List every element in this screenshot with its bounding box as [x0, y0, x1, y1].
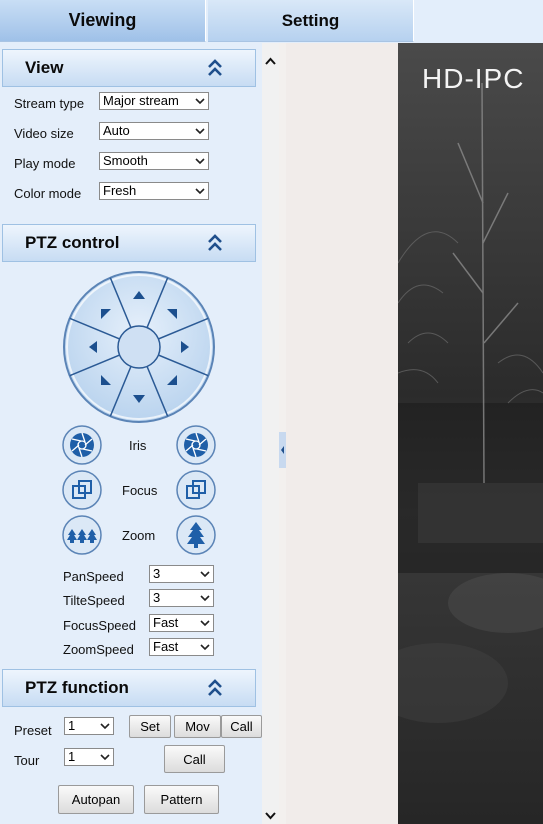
zoom-speed-select[interactable]: Fast: [149, 638, 214, 656]
panel-scrollbar[interactable]: [262, 43, 279, 824]
preset-label: Preset: [14, 723, 52, 738]
pan-speed-select[interactable]: 3: [149, 565, 214, 583]
autopan-button[interactable]: Autopan: [58, 785, 134, 814]
chevron-left-icon: [281, 446, 284, 454]
video-title-overlay: HD-IPC: [422, 63, 525, 94]
ptz-function-title: PTZ function: [25, 678, 129, 697]
color-mode-label: Color mode: [14, 186, 82, 201]
video-size-value: Auto: [103, 123, 130, 138]
zoom-in-button[interactable]: [176, 515, 216, 555]
tilt-speed-value: 3: [153, 590, 161, 605]
ptz-direction-wheel[interactable]: [61, 269, 217, 425]
panel-collapse-handle[interactable]: [279, 432, 286, 468]
play-mode-value: Smooth: [103, 153, 148, 168]
tilt-speed-label: TilteSpeed: [63, 593, 125, 608]
focus-speed-select[interactable]: Fast: [149, 614, 214, 632]
zoom-speed-label: ZoomSpeed: [63, 642, 134, 657]
control-panel: View Stream type Major stream Video size…: [0, 43, 262, 824]
focus-speed-value: Fast: [153, 615, 179, 630]
collapse-icon[interactable]: [207, 678, 223, 698]
tour-select[interactable]: 1: [64, 748, 114, 766]
iris-open-button[interactable]: [176, 425, 216, 465]
scroll-down-icon[interactable]: [265, 812, 276, 820]
zoom-speed-value: Fast: [153, 639, 179, 654]
chevron-down-icon: [200, 620, 210, 627]
collapse-icon[interactable]: [207, 233, 223, 253]
video-size-select[interactable]: Auto: [99, 122, 209, 140]
video-viewport[interactable]: HD-IPC: [398, 43, 543, 824]
preset-move-button[interactable]: Mov: [174, 715, 221, 738]
chevron-down-icon: [200, 595, 210, 602]
preset-select[interactable]: 1: [64, 717, 114, 735]
tour-value: 1: [68, 749, 76, 764]
zoom-out-button[interactable]: [62, 515, 102, 555]
chevron-down-icon: [200, 571, 210, 578]
view-section-header[interactable]: View: [2, 49, 256, 87]
preset-value: 1: [68, 718, 76, 733]
chevron-down-icon: [100, 723, 110, 730]
chevron-down-icon: [195, 188, 205, 195]
focus-speed-label: FocusSpeed: [63, 618, 136, 633]
tour-label: Tour: [14, 753, 40, 768]
preset-call-button[interactable]: Call: [221, 715, 262, 738]
pattern-button[interactable]: Pattern: [144, 785, 219, 814]
tab-setting[interactable]: Setting: [208, 0, 414, 42]
ptz-control-header[interactable]: PTZ control: [2, 224, 256, 262]
tilt-speed-select[interactable]: 3: [149, 589, 214, 607]
pan-speed-value: 3: [153, 566, 161, 581]
iris-close-button[interactable]: [62, 425, 102, 465]
stream-type-label: Stream type: [14, 96, 85, 111]
zoom-label: Zoom: [122, 528, 156, 543]
top-tabbar: Viewing Setting: [0, 0, 543, 43]
scroll-up-icon[interactable]: [265, 57, 276, 65]
play-mode-select[interactable]: Smooth: [99, 152, 209, 170]
color-mode-value: Fresh: [103, 183, 137, 198]
video-size-label: Video size: [14, 126, 74, 141]
color-mode-select[interactable]: Fresh: [99, 182, 209, 200]
view-section-title: View: [25, 58, 64, 77]
chevron-down-icon: [100, 754, 110, 761]
chevron-down-icon: [195, 158, 205, 165]
stream-type-value: Major stream: [103, 93, 179, 108]
play-mode-label: Play mode: [14, 156, 76, 171]
tab-viewing[interactable]: Viewing: [0, 0, 206, 42]
chevron-down-icon: [195, 128, 205, 135]
ptz-center-button[interactable]: [117, 325, 161, 369]
preset-set-button[interactable]: Set: [129, 715, 171, 738]
focus-label: Focus: [122, 483, 158, 498]
thermal-video-frame: [398, 43, 543, 824]
ptz-function-header[interactable]: PTZ function: [2, 669, 256, 707]
focus-far-button[interactable]: [176, 470, 216, 510]
trees-small-icon: [67, 529, 97, 543]
chevron-down-icon: [195, 98, 205, 105]
chevron-down-icon: [200, 644, 210, 651]
iris-label: Iris: [129, 438, 147, 453]
stream-type-select[interactable]: Major stream: [99, 92, 209, 110]
ptz-control-title: PTZ control: [25, 233, 120, 252]
tour-call-button[interactable]: Call: [164, 745, 225, 773]
pan-speed-label: PanSpeed: [63, 569, 124, 584]
focus-near-button[interactable]: [62, 470, 102, 510]
collapse-icon[interactable]: [207, 58, 223, 78]
